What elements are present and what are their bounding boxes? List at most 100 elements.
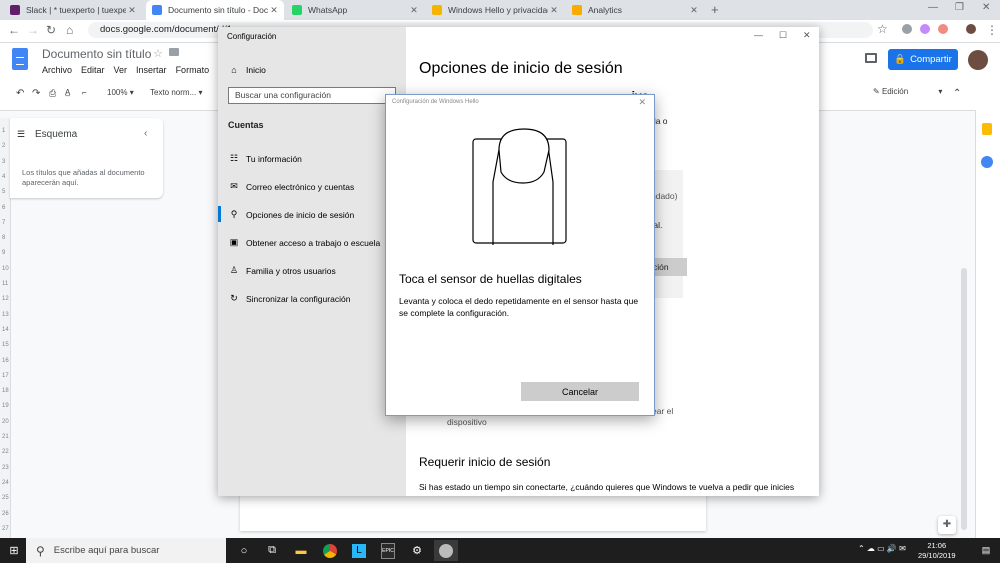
- settings-minimize-icon[interactable]: —: [754, 30, 763, 40]
- redo-icon[interactable]: ↷: [32, 88, 40, 99]
- home-icon: ⌂: [231, 65, 237, 75]
- taskbar-clock[interactable]: 21:06 29/10/2019: [918, 541, 956, 561]
- docs-menu-item[interactable]: Insertar: [136, 65, 167, 75]
- settings-nav-label: Opciones de inicio de sesión: [246, 209, 355, 220]
- chrome-icon[interactable]: [320, 540, 340, 561]
- home-icon[interactable]: ⌂: [66, 23, 73, 37]
- settings-nav-label: Sincronizar la configuración: [246, 293, 351, 304]
- hello-close-icon[interactable]: ✕: [638, 97, 646, 108]
- settings-close-icon[interactable]: ✕: [803, 30, 811, 41]
- paint-format-icon[interactable]: ⌐: [82, 88, 87, 97]
- require-signin-heading: Requerir inicio de sesión: [419, 455, 551, 469]
- star-icon[interactable]: ☆: [153, 47, 163, 60]
- undo-icon[interactable]: ↶: [16, 88, 24, 99]
- system-tray-icons[interactable]: ⌃ ☁ ▭ 🔊 ✉: [858, 544, 906, 553]
- print-icon[interactable]: ⎙: [49, 88, 56, 99]
- windows-hello-dialog: Configuración de Windows Hello ✕ Toca el…: [385, 94, 655, 416]
- tab-close-icon[interactable]: ✕: [268, 5, 280, 16]
- outline-collapse-icon[interactable]: ‹: [144, 128, 147, 139]
- collapse-menus-icon[interactable]: ⌃: [953, 88, 961, 99]
- clock-time: 21:06: [927, 541, 947, 550]
- settings-home[interactable]: ⌂ Inicio: [228, 65, 266, 75]
- scrollbar[interactable]: [961, 268, 967, 530]
- style-select[interactable]: Texto norm... ▾: [150, 88, 203, 97]
- notifications-icon[interactable]: ▤: [976, 540, 996, 561]
- ruler-number: 2: [2, 143, 6, 150]
- require-signin-text: Si has estado un tiempo sin conectarte, …: [419, 482, 795, 492]
- taskbar-search[interactable]: ⚲ Escribe aquí para buscar: [26, 538, 226, 563]
- lock-icon: 🔒: [894, 54, 907, 65]
- settings-nav-item[interactable]: ✉ Correo electrónico y cuentas: [228, 181, 354, 192]
- settings-search-placeholder: Buscar una configuración: [235, 90, 331, 100]
- tasks-icon[interactable]: [981, 156, 993, 168]
- epic-games-icon[interactable]: EPIC: [378, 540, 398, 561]
- extension-icon[interactable]: [920, 24, 930, 34]
- settings-nav-label: Obtener acceso a trabajo o escuela: [246, 237, 381, 248]
- ruler-number: 6: [2, 204, 6, 211]
- ruler-number: 3: [2, 158, 6, 165]
- hello-heading: Toca el sensor de huellas digitales: [399, 272, 582, 286]
- task-view-icon[interactable]: ⧉: [262, 540, 282, 561]
- app-l-icon[interactable]: L: [349, 540, 369, 561]
- settings-nav-item[interactable]: ▣ Obtener acceso a trabajo o escuela: [228, 237, 380, 248]
- tab-close-icon[interactable]: ✕: [408, 5, 420, 16]
- docs-menu-item[interactable]: Ver: [114, 65, 128, 75]
- editing-mode-select[interactable]: ✎ Edición ▾: [873, 87, 942, 96]
- browser-tab[interactable]: Documento sin título - Documentos✕: [146, 0, 284, 20]
- cortana-icon[interactable]: ○: [234, 540, 254, 561]
- browser-tab[interactable]: Slack | * tuexperto | tuexperto | Vodafo…: [4, 0, 142, 20]
- docs-menu-item[interactable]: Editar: [81, 65, 105, 75]
- close-window-icon[interactable]: ✕: [982, 2, 990, 13]
- settings-search-input[interactable]: Buscar una configuración⌕: [228, 87, 396, 104]
- tab-close-icon[interactable]: ✕: [548, 5, 560, 16]
- profile-avatar[interactable]: [966, 24, 976, 34]
- extension-icon[interactable]: [938, 24, 948, 34]
- docs-menu-item[interactable]: Archivo: [42, 65, 72, 75]
- windows-start-icon[interactable]: ⊞: [4, 540, 24, 561]
- outline-title: Esquema: [35, 129, 78, 140]
- tab-close-icon[interactable]: ✕: [688, 5, 700, 16]
- reload-icon[interactable]: ↻: [46, 23, 56, 37]
- bookmark-star-icon[interactable]: ☆: [877, 22, 888, 36]
- restore-icon[interactable]: ❐: [955, 2, 964, 13]
- back-icon[interactable]: ←: [8, 23, 20, 37]
- docs-menu-item[interactable]: Formato: [176, 65, 210, 75]
- user-avatar[interactable]: [968, 50, 988, 70]
- tab-favicon-icon: [572, 5, 582, 15]
- comments-icon[interactable]: [865, 53, 877, 63]
- browser-tab[interactable]: WhatsApp ✕: [286, 0, 424, 20]
- settings-taskbar-icon[interactable]: ⚙: [407, 540, 427, 561]
- settings-home-label: Inicio: [246, 65, 266, 75]
- active-app-icon[interactable]: [434, 540, 458, 561]
- cancel-button[interactable]: Cancelar: [521, 382, 639, 401]
- minimize-icon[interactable]: —: [928, 2, 938, 13]
- new-tab-button[interactable]: +: [711, 2, 719, 17]
- tab-title: Documento sin título - Documentos: [168, 5, 268, 15]
- explore-icon[interactable]: ✚: [938, 516, 956, 534]
- keep-icon[interactable]: [982, 123, 992, 135]
- forward-icon[interactable]: →: [27, 23, 39, 37]
- settings-nav-label: Familia y otros usuarios: [246, 265, 336, 276]
- settings-maximize-icon[interactable]: ☐: [779, 30, 787, 41]
- extension-icon[interactable]: [902, 24, 912, 34]
- settings-nav-item[interactable]: ⚲ Opciones de inicio de sesión: [228, 209, 355, 220]
- zoom-select[interactable]: 100% ▾: [107, 88, 134, 97]
- spellcheck-icon[interactable]: A̲: [65, 88, 70, 97]
- browser-tab[interactable]: Windows Hello y privacidad: privacidad✕: [426, 0, 564, 20]
- ruler-number: 14: [2, 326, 9, 333]
- file-explorer-icon[interactable]: ▬: [291, 540, 311, 561]
- settings-section-title: Cuentas: [228, 120, 264, 130]
- settings-text-fragment: ear el: [652, 406, 674, 416]
- settings-nav-item[interactable]: ♙ Familia y otros usuarios: [228, 265, 336, 276]
- tab-favicon-icon: [10, 5, 20, 15]
- share-button[interactable]: 🔒 Compartir: [888, 49, 958, 70]
- ruler-number: 27: [2, 525, 9, 532]
- document-title[interactable]: Documento sin título: [42, 47, 151, 61]
- browser-tab[interactable]: Analytics ✕: [566, 0, 704, 20]
- tab-close-icon[interactable]: ✕: [126, 5, 138, 16]
- folder-icon[interactable]: [169, 48, 179, 56]
- docs-logo-icon[interactable]: [12, 48, 28, 70]
- settings-nav-item[interactable]: ↻ Sincronizar la configuración: [228, 293, 350, 304]
- settings-nav-item[interactable]: ☷ Tu información: [228, 153, 302, 164]
- menu-dots-icon[interactable]: ⋮: [986, 23, 998, 37]
